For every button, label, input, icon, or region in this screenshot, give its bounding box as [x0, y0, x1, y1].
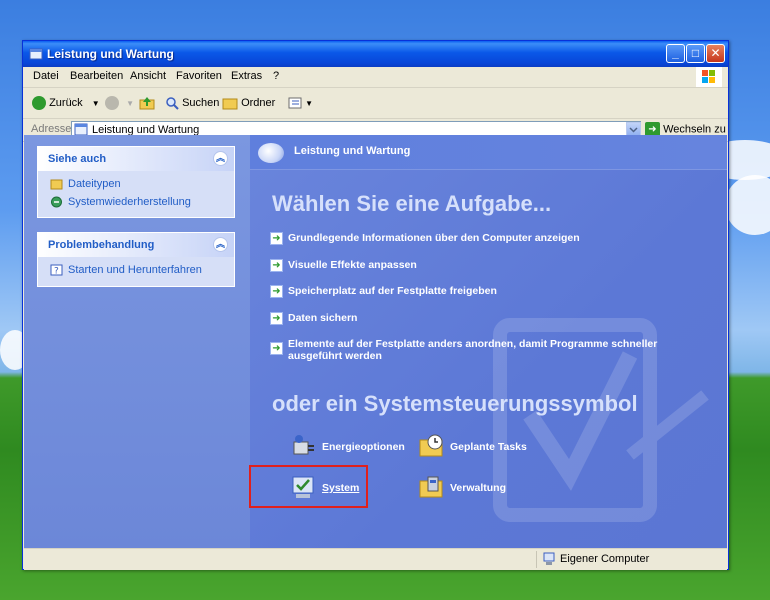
- back-arrow-icon: [32, 96, 46, 111]
- troubleshoot-title: Problembehandlung: [48, 239, 155, 251]
- administrative-tools-icon: [419, 476, 443, 498]
- folders-button[interactable]: Ordner: [222, 94, 275, 112]
- collapse-icon[interactable]: ︽: [213, 151, 228, 166]
- scheduled-tasks-icon: [419, 434, 443, 457]
- status-bar: Eigener Computer: [24, 548, 727, 570]
- views-button[interactable]: ▼: [288, 94, 313, 112]
- sidebar-item-label: Starten und Herunterfahren: [68, 264, 202, 276]
- my-computer-icon: [543, 552, 555, 565]
- search-label: Suchen: [182, 97, 220, 109]
- chevron-down-icon[interactable]: ▼: [305, 99, 313, 108]
- main-header: Leistung und Wartung: [250, 135, 727, 170]
- menu-item-datei[interactable]: Datei: [33, 70, 59, 82]
- task-label: Visuelle Effekte anpassen: [288, 259, 417, 271]
- sidebar-item-label: Systemwiederherstellung: [68, 196, 191, 208]
- troubleshoot-header[interactable]: Problembehandlung ︽: [38, 233, 234, 257]
- performance-icon: [258, 143, 284, 163]
- cpl-label: Verwaltung: [450, 482, 507, 494]
- menu-item-help[interactable]: ?: [273, 70, 279, 82]
- task-label: Grundlegende Informationen über den Comp…: [288, 232, 580, 244]
- troubleshoot-panel: Problembehandlung ︽ ? Starten und Herunt…: [37, 232, 235, 287]
- close-button[interactable]: ✕: [706, 44, 725, 63]
- sidebar-item-label: Dateitypen: [68, 178, 121, 190]
- green-arrow-icon: ➜: [270, 342, 283, 355]
- task-label: Elemente auf der Festplatte anders anord…: [288, 338, 658, 362]
- highlight-frame: [249, 465, 368, 508]
- green-arrow-icon: ➜: [270, 312, 283, 325]
- address-label: Adresse: [31, 123, 72, 135]
- title-bar[interactable]: Leistung und Wartung _ □ ✕: [23, 41, 728, 67]
- folders-label: Ordner: [241, 97, 276, 109]
- power-options-icon: [293, 435, 314, 455]
- task-label: Daten sichern: [288, 312, 358, 324]
- folder-window-icon: [29, 48, 43, 60]
- windows-logo-icon: [696, 67, 722, 87]
- chevron-down-icon[interactable]: ▼: [126, 99, 134, 108]
- desktop-cloud: [725, 175, 770, 235]
- window-title: Leistung und Wartung: [47, 47, 174, 61]
- sidebar-item-starten[interactable]: ? Starten und Herunterfahren: [38, 261, 234, 279]
- maximize-button[interactable]: □: [686, 44, 705, 63]
- green-arrow-icon: ➜: [270, 259, 283, 272]
- status-text: Eigener Computer: [560, 553, 650, 565]
- menu-item-favoriten[interactable]: Favoriten: [176, 70, 222, 82]
- menu-bar: Datei Bearbeiten Ansicht Favoriten Extra…: [23, 67, 728, 88]
- see-also-title: Siehe auch: [48, 153, 107, 165]
- sidebar-item-dateitypen[interactable]: Dateitypen: [38, 175, 234, 193]
- search-icon: [166, 97, 179, 110]
- cpl-label: Geplante Tasks: [450, 441, 527, 453]
- icon-section-title: oder ein Systemsteuerungssymbol: [272, 391, 638, 416]
- task-label: Speicherplatz auf der Festplatte freigeb…: [288, 285, 497, 297]
- file-types-icon: [50, 179, 63, 190]
- see-also-panel: Siehe auch ︽ Dateitypen Systemwiederhers…: [37, 146, 235, 218]
- folders-icon: [222, 98, 238, 110]
- task-sidebar: Siehe auch ︽ Dateitypen Systemwiederhers…: [24, 135, 250, 548]
- status-divider: [536, 551, 537, 568]
- sidebar-item-systemwiederherstellung[interactable]: Systemwiederherstellung: [38, 193, 234, 211]
- cpl-label: Energieoptionen: [322, 441, 405, 453]
- search-button[interactable]: Suchen: [165, 94, 219, 112]
- see-also-header[interactable]: Siehe auch ︽: [38, 147, 234, 171]
- up-folder-button[interactable]: [139, 94, 155, 112]
- help-icon: ?: [50, 264, 63, 276]
- back-button[interactable]: Zurück ▼: [32, 94, 100, 112]
- svg-text:?: ?: [54, 267, 59, 277]
- toolbar: Zurück ▼ ▼ Suchen Ordner ▼: [23, 88, 728, 119]
- forward-button[interactable]: ▼: [105, 94, 134, 112]
- menu-item-bearbeiten[interactable]: Bearbeiten: [70, 70, 123, 82]
- forward-arrow-icon: [105, 96, 119, 111]
- go-label: Wechseln zu: [663, 123, 726, 136]
- chevron-down-icon[interactable]: ▼: [92, 99, 100, 108]
- minimize-button[interactable]: _: [666, 44, 685, 63]
- system-restore-icon: [51, 196, 62, 208]
- views-icon: [288, 97, 302, 109]
- up-folder-icon: [139, 97, 155, 110]
- back-label: Zurück: [49, 97, 83, 109]
- task-section-title: Wählen Sie eine Aufgabe...: [272, 191, 552, 216]
- main-header-title: Leistung und Wartung: [294, 145, 411, 157]
- explorer-window: Leistung und Wartung _ □ ✕ Datei Bearbei…: [22, 40, 729, 570]
- menu-item-extras[interactable]: Extras: [231, 70, 262, 82]
- menu-item-ansicht[interactable]: Ansicht: [130, 70, 166, 82]
- green-arrow-icon: ➜: [270, 285, 283, 298]
- green-arrow-icon: ➜: [270, 232, 283, 245]
- collapse-icon[interactable]: ︽: [213, 237, 228, 252]
